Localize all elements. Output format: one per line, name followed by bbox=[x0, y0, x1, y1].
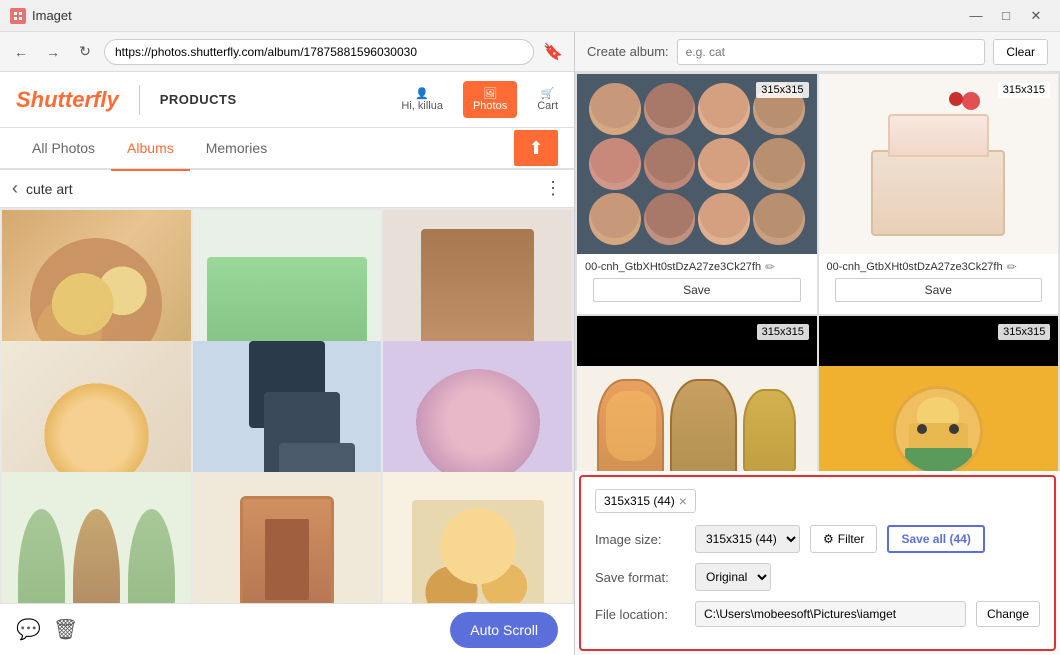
image-size-select[interactable]: 315x315 (44) bbox=[695, 525, 800, 553]
close-button[interactable]: ✕ bbox=[1022, 5, 1050, 27]
titlebar: Imaget — □ ✕ bbox=[0, 0, 1060, 32]
photo-cell-9[interactable] bbox=[383, 472, 572, 603]
tab-all-photos[interactable]: All Photos bbox=[16, 127, 111, 169]
comment-button[interactable]: 💬 bbox=[16, 617, 41, 642]
tabs-bar: All Photos Albums Memories ⬆ bbox=[0, 128, 574, 170]
right-img-container-2[interactable]: 315x315 bbox=[819, 74, 1059, 254]
window-controls: — □ ✕ bbox=[962, 5, 1050, 27]
main-container: ← → ↻ 🔖 Shutterfly PRODUCTS 👤 Hi, killua… bbox=[0, 32, 1060, 655]
products-link[interactable]: PRODUCTS bbox=[160, 92, 237, 107]
image-badge-1: 315x315 bbox=[756, 82, 808, 98]
right-image-cell-2: 315x315 00-cnh_GtbXHt bbox=[819, 74, 1059, 314]
photos-icon: 🖼 bbox=[483, 87, 497, 100]
right-image-cell-4: 315x315 bbox=[819, 316, 1059, 471]
photo-cell-7[interactable] bbox=[2, 472, 191, 603]
right-image-grid: 315x315 bbox=[575, 72, 1060, 471]
filter-row-format: Save format: Original bbox=[595, 563, 1040, 591]
photo-grid bbox=[0, 208, 574, 603]
header-icons: 👤 Hi, killua 🖼 Photos 🛒 Cart bbox=[401, 81, 558, 118]
filename-1: 00-cnh_GtbXHt0stDzA27ze3Ck27fh ✏ bbox=[585, 260, 809, 274]
filter-row-location: File location: Change bbox=[595, 601, 1040, 627]
right-img-footer-2: 00-cnh_GtbXHt0stDzA27ze3Ck27fh ✏ Save bbox=[819, 254, 1059, 314]
filter-tag-label: 315x315 (44) bbox=[604, 494, 675, 508]
header-divider bbox=[139, 85, 140, 115]
shutterfly-logo: Shutterfly bbox=[16, 87, 119, 113]
album-back-button[interactable]: ‹ bbox=[12, 178, 18, 199]
minimize-button[interactable]: — bbox=[962, 5, 990, 27]
bookmark-button[interactable]: 🔖 bbox=[540, 39, 566, 65]
black-bar-4: 315x315 bbox=[819, 316, 1059, 366]
app-icon bbox=[10, 8, 26, 24]
right-img-container-1[interactable]: 315x315 bbox=[577, 74, 817, 254]
right-image-cell-3: 315x315 bbox=[577, 316, 817, 471]
right-img-content-3[interactable] bbox=[577, 366, 817, 471]
maximize-button[interactable]: □ bbox=[992, 5, 1020, 27]
back-button[interactable]: ← bbox=[8, 39, 34, 65]
user-label: Hi, killua bbox=[401, 100, 443, 112]
right-panel: Create album: Clear 315x315 bbox=[575, 32, 1060, 655]
app-title: Imaget bbox=[32, 8, 962, 23]
save-button-2[interactable]: Save bbox=[835, 278, 1043, 302]
delete-button[interactable]: 🗑 bbox=[53, 617, 78, 642]
right-img-content-4[interactable] bbox=[819, 366, 1059, 471]
image-badge-3: 315x315 bbox=[757, 324, 809, 340]
black-bar-3: 315x315 bbox=[577, 316, 817, 366]
address-bar[interactable] bbox=[104, 39, 534, 65]
tab-albums[interactable]: Albums bbox=[111, 127, 190, 169]
forward-button[interactable]: → bbox=[40, 39, 66, 65]
save-format-label: Save format: bbox=[595, 570, 685, 585]
photos-icon-item[interactable]: 🖼 Photos bbox=[463, 81, 517, 118]
image-badge-4: 315x315 bbox=[998, 324, 1050, 340]
browser-panel: ← → ↻ 🔖 Shutterfly PRODUCTS 👤 Hi, killua… bbox=[0, 32, 575, 655]
create-album-label: Create album: bbox=[587, 44, 669, 59]
bottom-bar: 💬 🗑 Auto Scroll bbox=[0, 603, 574, 655]
filter-icon: ⚙ bbox=[823, 532, 834, 546]
cart-icon: 🛒 bbox=[541, 87, 555, 100]
user-icon: 👤 bbox=[415, 87, 429, 100]
browser-toolbar: ← → ↻ 🔖 bbox=[0, 32, 574, 72]
photos-label: Photos bbox=[473, 100, 507, 112]
filter-tag-remove[interactable]: × bbox=[679, 493, 687, 509]
refresh-button[interactable]: ↻ bbox=[72, 39, 98, 65]
upload-button[interactable]: ⬆ bbox=[514, 130, 558, 166]
save-all-button[interactable]: Save all (44) bbox=[887, 525, 984, 553]
album-name-input[interactable] bbox=[677, 39, 986, 65]
right-image-cell-1: 315x315 bbox=[577, 74, 817, 314]
save-button-1[interactable]: Save bbox=[593, 278, 801, 302]
edit-icon-2[interactable]: ✏ bbox=[1007, 260, 1017, 274]
auto-scroll-button[interactable]: Auto Scroll bbox=[450, 612, 558, 648]
edit-icon-1[interactable]: ✏ bbox=[765, 260, 775, 274]
filename-2: 00-cnh_GtbXHt0stDzA27ze3Ck27fh ✏ bbox=[827, 260, 1051, 274]
format-select[interactable]: Original bbox=[695, 563, 771, 591]
right-toolbar: Create album: Clear bbox=[575, 32, 1060, 72]
album-nav: ‹ cute art ⋮ bbox=[0, 170, 574, 208]
cart-label: Cart bbox=[537, 100, 558, 112]
filter-tags: 315x315 (44) × bbox=[595, 489, 1040, 513]
file-location-label: File location: bbox=[595, 607, 685, 622]
clear-button[interactable]: Clear bbox=[993, 39, 1048, 65]
photo-cell-8[interactable] bbox=[193, 472, 382, 603]
filter-button[interactable]: ⚙ Filter bbox=[810, 525, 877, 553]
filter-row-size: Image size: 315x315 (44) ⚙ Filter Save a… bbox=[595, 525, 1040, 553]
more-options-button[interactable]: ⋮ bbox=[544, 178, 562, 199]
tab-memories[interactable]: Memories bbox=[190, 127, 283, 169]
right-img-footer-1: 00-cnh_GtbXHt0stDzA27ze3Ck27fh ✏ Save bbox=[577, 254, 817, 314]
change-button[interactable]: Change bbox=[976, 601, 1040, 627]
site-header: Shutterfly PRODUCTS 👤 Hi, killua 🖼 Photo… bbox=[0, 72, 574, 128]
cart-icon-item[interactable]: 🛒 Cart bbox=[537, 87, 558, 112]
user-icon-item[interactable]: 👤 Hi, killua bbox=[401, 87, 443, 112]
album-name: cute art bbox=[26, 181, 544, 197]
filter-tag-1: 315x315 (44) × bbox=[595, 489, 696, 513]
image-size-label: Image size: bbox=[595, 532, 685, 547]
filter-panel: 315x315 (44) × Image size: 315x315 (44) … bbox=[579, 475, 1056, 651]
file-location-input[interactable] bbox=[695, 601, 966, 627]
